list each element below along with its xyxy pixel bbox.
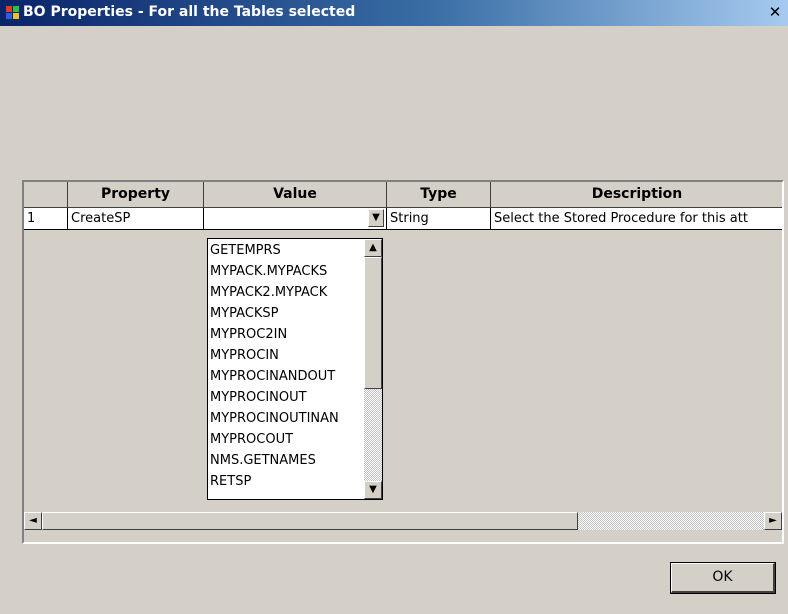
dropdown-option[interactable]: MYPACKSP — [208, 304, 360, 324]
dropdown-option[interactable]: MYPACK.MYPACKS — [208, 262, 360, 282]
dropdown-option[interactable]: MYPROC2IN — [208, 325, 360, 345]
dropdown-option[interactable]: MYPACK2.MYPACK — [208, 283, 360, 303]
app-icon — [6, 6, 20, 20]
dropdown-option[interactable]: GETEMPRS — [208, 241, 360, 261]
grid-scroll-thumb[interactable] — [42, 512, 578, 530]
column-header-description[interactable]: Description — [491, 182, 782, 208]
property-cell[interactable]: CreateSP — [68, 208, 204, 230]
dropdown-option[interactable]: MYPROCINOUTINAN — [208, 409, 360, 429]
column-header-type[interactable]: Type — [387, 182, 491, 208]
scroll-right-icon[interactable]: ► — [764, 512, 782, 530]
dropdown-option[interactable]: MYPROCINOUT — [208, 388, 360, 408]
dropdown-option[interactable]: NMS.GETNAMES — [208, 451, 360, 471]
description-cell[interactable]: Select the Stored Procedure for this att — [491, 208, 782, 230]
window-title: BO Properties - For all the Tables selec… — [23, 4, 356, 20]
column-header-value[interactable]: Value — [204, 182, 387, 208]
grid-horizontal-scrollbar[interactable]: ◄ ► — [24, 512, 782, 530]
ok-button[interactable]: OK — [670, 562, 776, 594]
dropdown-vertical-scrollbar[interactable]: ▲ ▼ — [364, 239, 382, 499]
title-bar[interactable]: BO Properties - For all the Tables selec… — [0, 0, 788, 26]
chevron-down-icon[interactable]: ▼ — [368, 209, 384, 227]
dropdown-option[interactable]: MYPROCOUT — [208, 430, 360, 450]
properties-grid: Property Value Type Description 1 Create… — [22, 180, 784, 544]
type-cell[interactable]: String — [387, 208, 491, 230]
row-index: 1 — [24, 208, 68, 230]
scroll-left-icon[interactable]: ◄ — [24, 512, 42, 530]
dropdown-option[interactable]: MYPROCIN — [208, 346, 360, 366]
stored-procedure-dropdown-list[interactable]: GETEMPRS MYPACK.MYPACKS MYPACK2.MYPACK M… — [207, 238, 383, 500]
column-header-property[interactable]: Property — [68, 182, 204, 208]
close-icon[interactable]: ✕ — [768, 5, 782, 20]
dropdown-option[interactable]: RETSP — [208, 472, 360, 492]
scroll-down-icon[interactable]: ▼ — [364, 481, 382, 499]
dropdown-scroll-thumb[interactable] — [364, 257, 382, 389]
scroll-up-icon[interactable]: ▲ — [364, 239, 382, 257]
row-header-corner — [24, 182, 68, 208]
dropdown-option[interactable]: MYPROCINANDOUT — [208, 367, 360, 387]
value-combobox[interactable]: ▼ — [204, 208, 387, 230]
